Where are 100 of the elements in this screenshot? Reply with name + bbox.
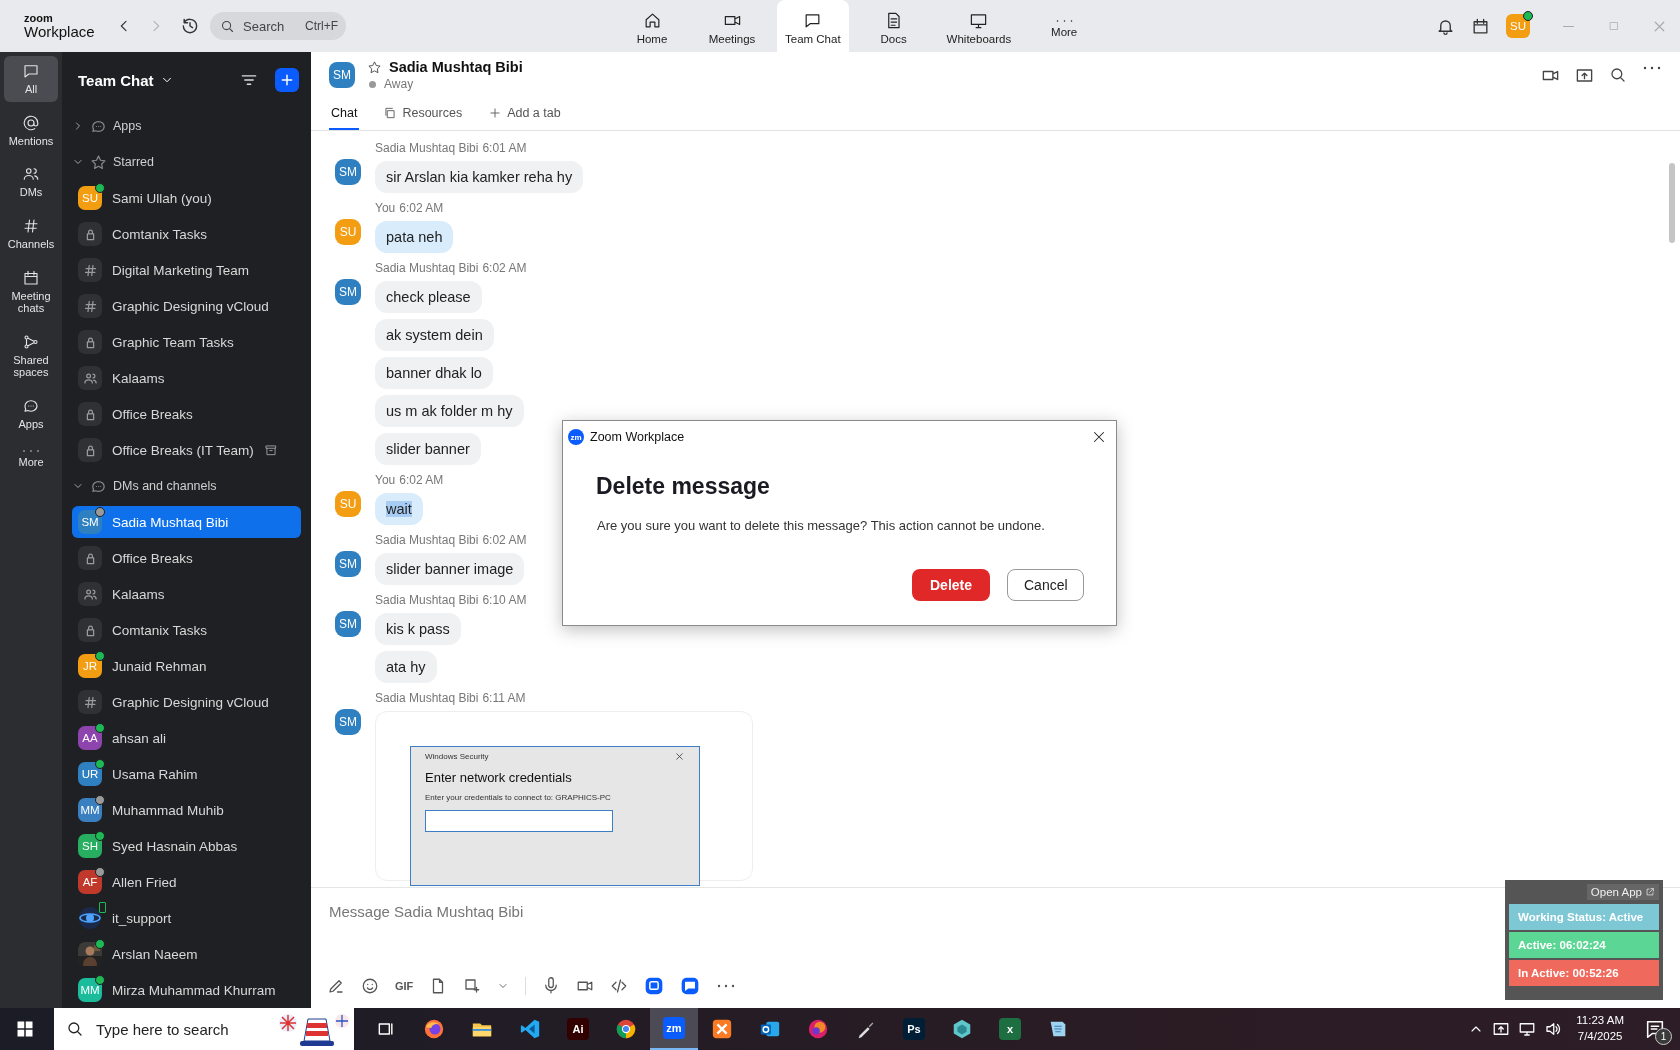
contact-avatar: SM xyxy=(329,62,355,88)
chat-list-item[interactable]: Kalaams xyxy=(72,362,301,394)
rail-item[interactable]: All xyxy=(4,56,58,102)
chat-list-item[interactable]: MM Mirza Muhammad Khurram xyxy=(72,974,301,1006)
windows-start-icon[interactable] xyxy=(16,1020,34,1038)
emoji-icon[interactable] xyxy=(361,977,379,995)
delete-button[interactable]: Delete xyxy=(912,569,990,601)
history-icon[interactable] xyxy=(180,16,200,36)
chat-list-item[interactable]: AA ahsan ali xyxy=(72,722,301,754)
chat-tab[interactable]: Resources xyxy=(381,98,465,130)
chat-list-item[interactable]: MM Muhammad Muhib xyxy=(72,794,301,826)
chat-tab[interactable]: Chat xyxy=(329,98,360,130)
display-icon[interactable] xyxy=(1492,1020,1511,1038)
chat-list-item[interactable]: Graphic Team Tasks xyxy=(72,326,301,358)
chat-list-item[interactable]: JR Junaid Rehman xyxy=(72,650,301,682)
nav-tab[interactable]: Meetings xyxy=(697,0,767,52)
dialog-app-title: Zoom Workplace xyxy=(590,430,685,444)
chat-list-item[interactable]: Comtanix Tasks xyxy=(72,218,301,250)
star-icon[interactable] xyxy=(367,59,382,75)
taskbar-search-bar[interactable]: Type here to search xyxy=(54,1008,354,1050)
cancel-button[interactable]: Cancel xyxy=(1007,569,1084,601)
format-icon[interactable] xyxy=(327,977,345,995)
chat-list-item[interactable]: Graphic Designing vCloud xyxy=(72,290,301,322)
chat-list-item[interactable]: SM Sadia Mushtaq Bibi xyxy=(72,506,301,538)
sender-name: Sadia Mushtaq Bibi xyxy=(375,593,479,607)
nav-tab[interactable]: More xyxy=(1029,0,1100,52)
chat-list-item[interactable]: Comtanix Tasks xyxy=(72,614,301,646)
taskbar-app[interactable]: x xyxy=(986,1008,1034,1050)
fox-globe-icon xyxy=(423,1018,445,1040)
rail-item[interactable]: Meeting chats xyxy=(4,262,58,321)
avatar: AA xyxy=(78,726,102,750)
message-bubble: kis k pass xyxy=(375,613,461,645)
chat-tab[interactable]: Add a tab xyxy=(486,98,563,130)
screenshot-icon[interactable] xyxy=(463,977,482,995)
scrollbar[interactable] xyxy=(1669,163,1675,243)
sender-name: Sadia Mushtaq Bibi xyxy=(375,691,479,705)
new-chat-button[interactable] xyxy=(275,68,299,92)
close-icon xyxy=(674,751,685,762)
nav-tab[interactable]: Home xyxy=(617,0,687,52)
gif-button[interactable]: GIF xyxy=(395,980,414,992)
open-app-link[interactable]: Open App xyxy=(1586,884,1659,900)
message-bubble: wait xyxy=(375,493,423,525)
section-header[interactable]: Apps xyxy=(113,119,142,133)
chat-list-item[interactable]: SH Syed Hasnain Abbas xyxy=(72,830,301,862)
rail-item[interactable]: DMs xyxy=(4,159,58,205)
rail-item[interactable]: Apps xyxy=(4,391,58,437)
taskbar-app[interactable]: Ai xyxy=(554,1008,602,1050)
hash-icon xyxy=(78,258,102,282)
message-bubble: slider banner image xyxy=(375,553,525,585)
people-icon xyxy=(78,366,102,390)
volume-icon[interactable] xyxy=(1544,1020,1563,1038)
chat-list-item[interactable]: Digital Marketing Team xyxy=(72,254,301,286)
nav-tab[interactable]: Whiteboards xyxy=(938,0,1020,52)
search-icon[interactable] xyxy=(1609,65,1627,84)
chat-list-item[interactable]: Kalaams xyxy=(72,578,301,610)
search-bar[interactable]: Search Ctrl+F xyxy=(210,12,346,40)
sender-name: You xyxy=(375,473,396,487)
more-icon[interactable] xyxy=(1642,65,1662,70)
app-icon[interactable] xyxy=(680,976,701,996)
sidebar-title[interactable]: Team Chat xyxy=(78,71,174,89)
notifications-icon[interactable] xyxy=(1644,1018,1666,1040)
avatar: SU xyxy=(78,186,102,210)
timestamp: 6:02 AM xyxy=(399,473,444,487)
network-icon[interactable] xyxy=(1518,1020,1537,1038)
taskbar-app[interactable]: zm xyxy=(650,1008,698,1050)
chat-list-item[interactable]: it_support xyxy=(72,902,301,934)
message-bubble: pata neh xyxy=(375,221,454,253)
chat-list-item[interactable]: Graphic Designing vCloud xyxy=(72,686,301,718)
chat-list-item[interactable]: AF Allen Fried xyxy=(72,866,301,898)
taskbar-app[interactable]: Ps xyxy=(890,1008,938,1050)
search-input[interactable]: Search xyxy=(241,17,299,35)
section-header[interactable]: Starred xyxy=(113,155,154,169)
avatar: AF xyxy=(78,870,102,894)
chat-list-item[interactable]: Office Breaks xyxy=(72,398,301,430)
calendar-icon[interactable] xyxy=(1471,16,1490,36)
rail-item[interactable]: More xyxy=(4,442,58,475)
code-editor-icon xyxy=(519,1018,541,1040)
gem-icon xyxy=(951,1018,973,1040)
avatar: SM xyxy=(335,551,361,577)
nav-tab[interactable]: Docs xyxy=(858,0,929,52)
chat-list-item[interactable]: Arslan Naeem xyxy=(72,938,301,970)
avatar: SU xyxy=(335,491,361,517)
chat-list-item[interactable]: SU Sami Ullah (you) xyxy=(72,182,301,214)
rail-item[interactable]: Shared spaces xyxy=(4,326,58,386)
app-tile-icon: x xyxy=(999,1018,1021,1040)
rail-item[interactable]: Mentions xyxy=(4,107,58,154)
rail-item[interactable]: Channels xyxy=(4,210,58,257)
nav-tab[interactable]: Team Chat xyxy=(777,0,849,52)
app-icon[interactable] xyxy=(644,976,665,996)
code-icon[interactable] xyxy=(610,977,629,995)
section-header[interactable]: DMs and channels xyxy=(113,479,217,493)
chat-list-item[interactable]: Office Breaks xyxy=(72,542,301,574)
chat-list-item[interactable]: Office Breaks (IT Team) xyxy=(72,434,301,466)
chat-list-item[interactable]: UR Usama Rahim xyxy=(72,758,301,790)
lock-icon xyxy=(78,402,102,426)
at-sign-icon xyxy=(22,113,40,132)
clock[interactable]: 11:23 AM 7/4/2025 xyxy=(1576,1013,1624,1045)
chat-icon xyxy=(22,62,40,80)
avatar: SH xyxy=(78,834,102,858)
plus-icon xyxy=(488,106,503,120)
